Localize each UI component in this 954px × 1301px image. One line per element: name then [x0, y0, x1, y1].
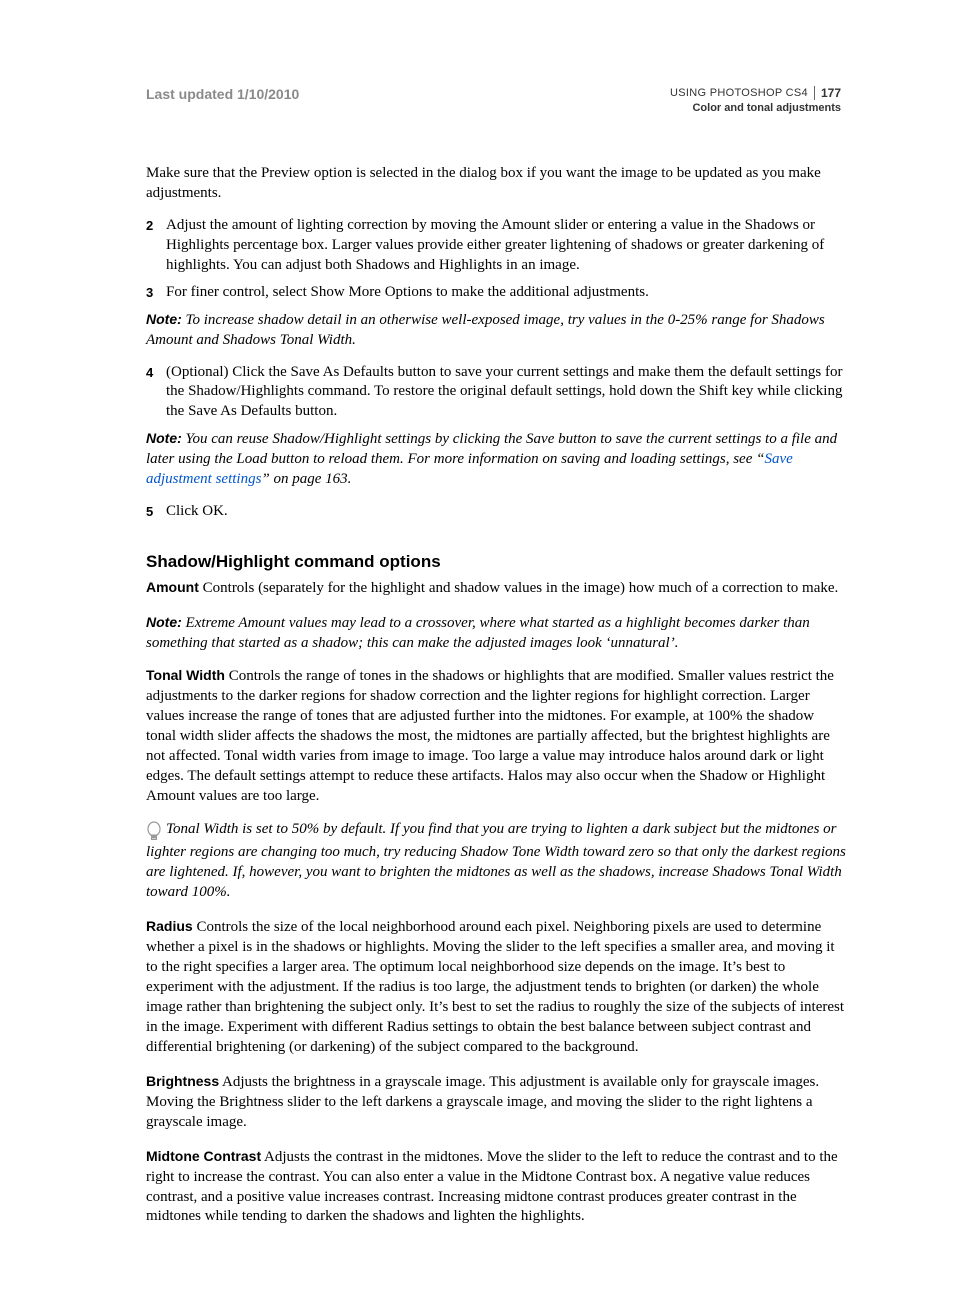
- def-tonal-width: Tonal Width Controls the range of tones …: [146, 666, 847, 807]
- note-label: Note:: [146, 430, 182, 446]
- step-number: 2: [146, 216, 156, 276]
- section-heading: Shadow/Highlight command options: [146, 552, 847, 572]
- term-radius: Radius: [146, 918, 193, 934]
- step-3: 3 For finer control, select Show More Op…: [146, 283, 847, 303]
- step-4: 4 (Optional) Click the Save As Defaults …: [146, 363, 847, 423]
- note-label: Note:: [146, 311, 182, 327]
- def-brightness: Brightness Adjusts the brightness in a g…: [146, 1072, 847, 1133]
- product-name: USING PHOTOSHOP CS4: [670, 87, 808, 99]
- note-text-b: ” on page 163.: [261, 471, 351, 487]
- note-1: Note: To increase shadow detail in an ot…: [146, 310, 847, 351]
- note-text-a: You can reuse Shadow/Highlight settings …: [146, 431, 837, 467]
- note-label: Note:: [146, 614, 182, 630]
- intro-paragraph: Make sure that the Preview option is sel…: [146, 164, 847, 204]
- def-text: Controls the range of tones in the shado…: [146, 668, 834, 804]
- def-text: Controls (separately for the highlight a…: [199, 580, 838, 596]
- step-number: 3: [146, 283, 156, 303]
- def-radius: Radius Controls the size of the local ne…: [146, 917, 847, 1058]
- term-tonal-width: Tonal Width: [146, 667, 225, 683]
- tip-text: Tonal Width is set to 50% by default. If…: [146, 821, 846, 900]
- chapter-title: Color and tonal adjustments: [670, 102, 841, 114]
- note-text: Extreme Amount values may lead to a cros…: [146, 615, 810, 651]
- step-number: 4: [146, 363, 156, 423]
- step-text: (Optional) Click the Save As Defaults bu…: [166, 363, 847, 423]
- note-2: Note: You can reuse Shadow/Highlight set…: [146, 429, 847, 490]
- step-text: Adjust the amount of lighting correction…: [166, 216, 847, 276]
- lightbulb-icon: [146, 820, 162, 843]
- def-midtone-contrast: Midtone Contrast Adjusts the contrast in…: [146, 1147, 847, 1228]
- header-right: USING PHOTOSHOP CS4 177 Color and tonal …: [670, 86, 847, 114]
- tip-tonal-width: Tonal Width is set to 50% by default. If…: [146, 820, 847, 903]
- def-text: Controls the size of the local neighborh…: [146, 919, 844, 1055]
- note-3: Note: Extreme Amount values may lead to …: [146, 613, 847, 654]
- note-text: You can reuse Shadow/Highlight settings …: [146, 431, 837, 487]
- step-2: 2 Adjust the amount of lighting correcti…: [146, 216, 847, 276]
- def-amount: Amount Controls (separately for the high…: [146, 578, 847, 599]
- page-header: Last updated 1/10/2010 USING PHOTOSHOP C…: [146, 86, 847, 114]
- term-amount: Amount: [146, 579, 199, 595]
- note-text: To increase shadow detail in an otherwis…: [146, 312, 825, 348]
- term-midtone-contrast: Midtone Contrast: [146, 1148, 261, 1164]
- step-number: 5: [146, 502, 156, 522]
- step-text: Click OK.: [166, 502, 847, 522]
- last-updated: Last updated 1/10/2010: [146, 86, 299, 102]
- term-brightness: Brightness: [146, 1073, 219, 1089]
- def-text: Adjusts the brightness in a grayscale im…: [146, 1074, 819, 1130]
- step-5: 5 Click OK.: [146, 502, 847, 522]
- page-number: 177: [814, 86, 841, 100]
- step-text: For finer control, select Show More Opti…: [166, 283, 847, 303]
